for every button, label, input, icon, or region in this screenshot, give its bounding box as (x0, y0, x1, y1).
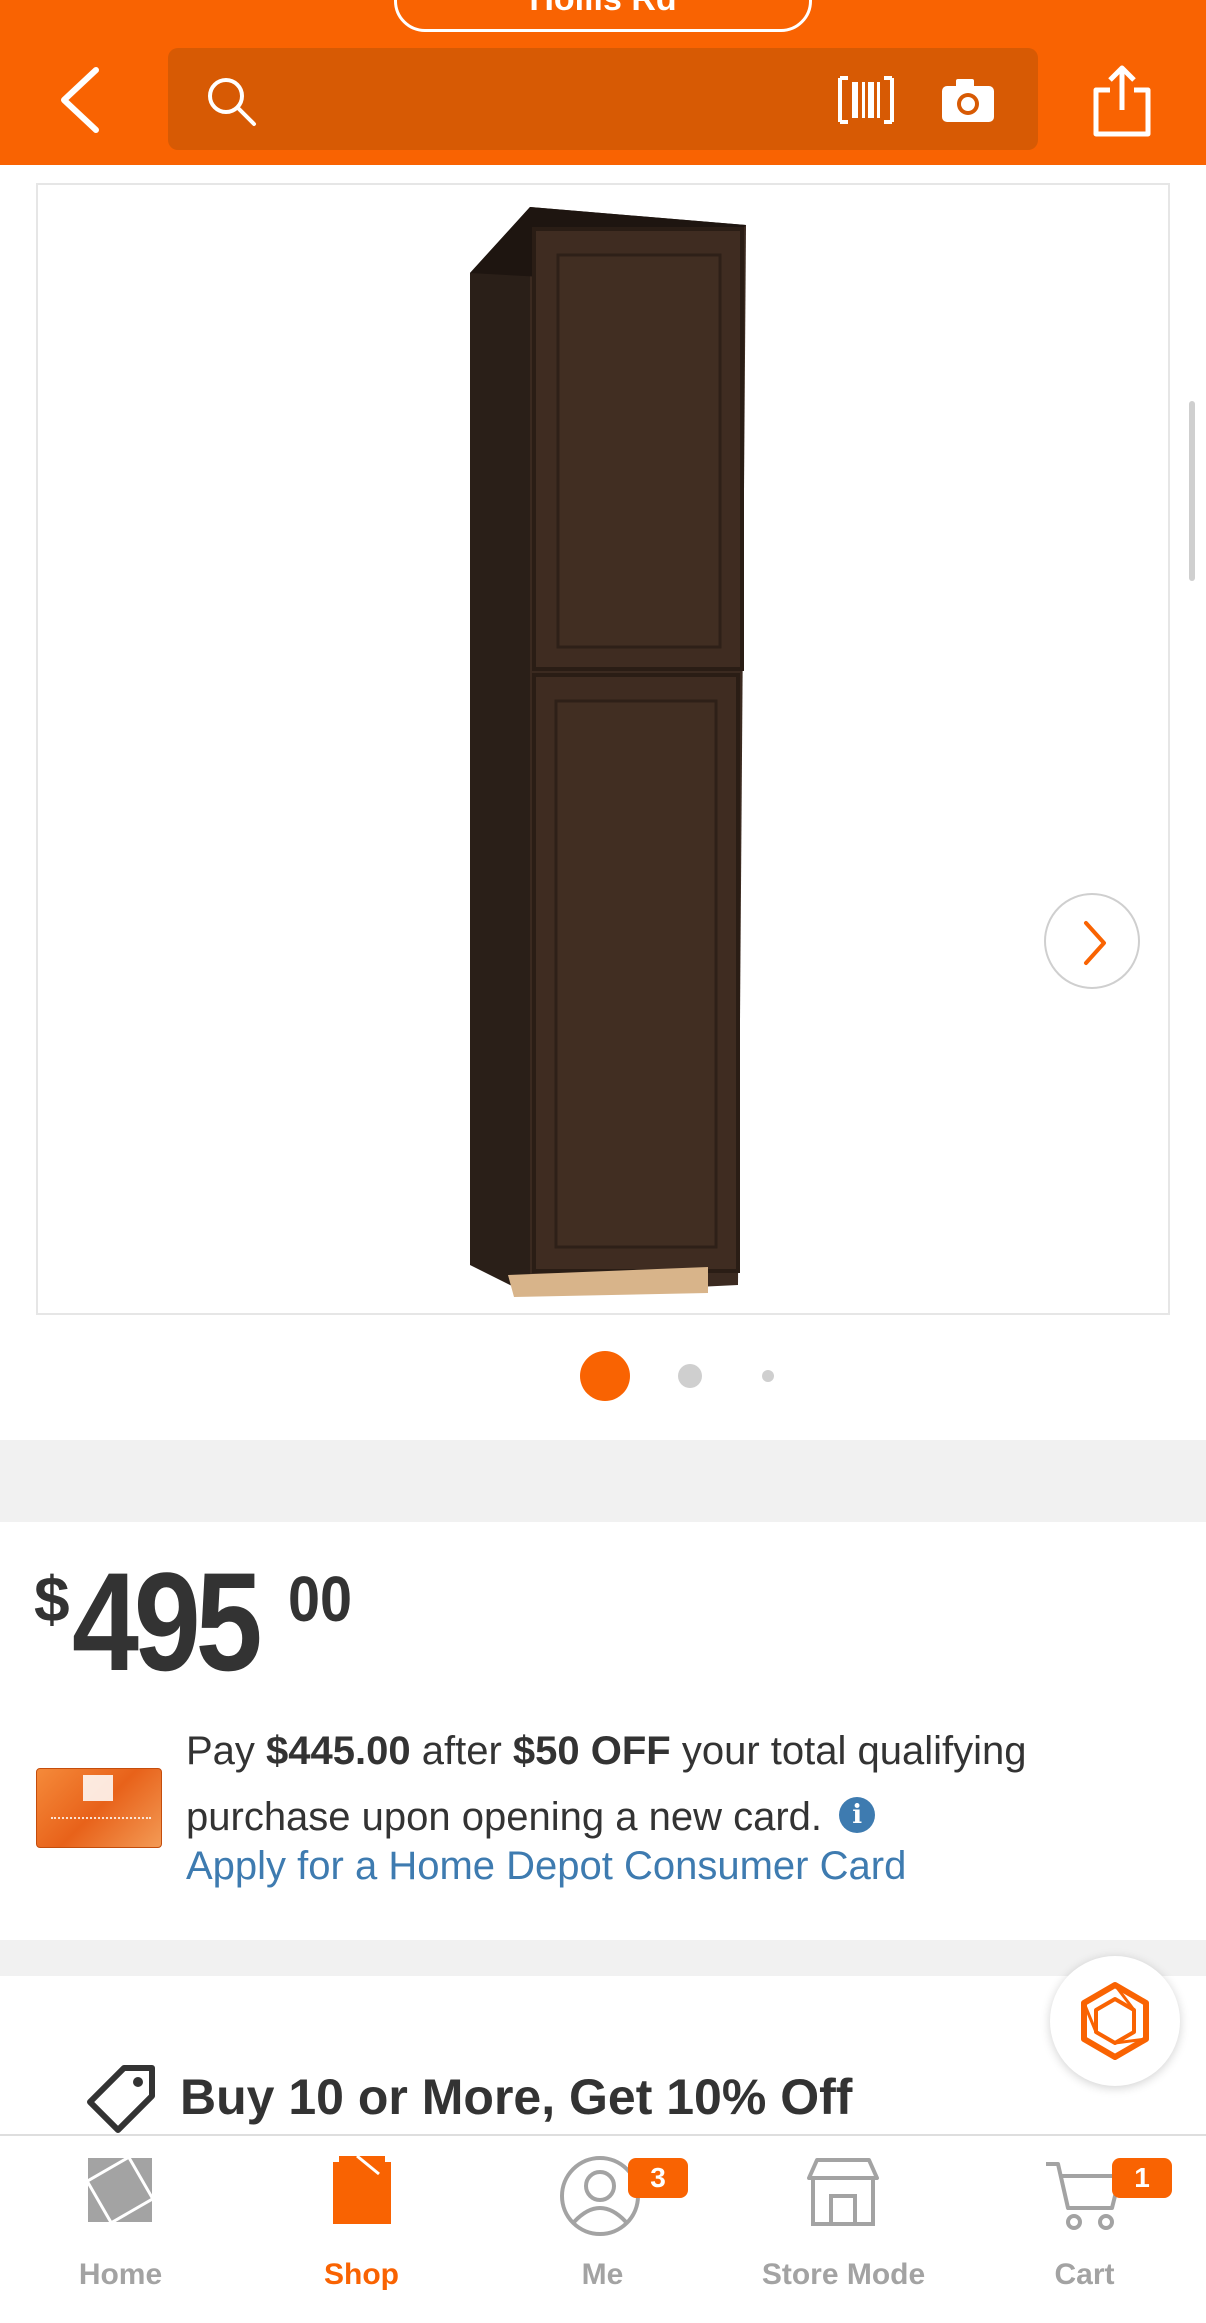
info-icon[interactable]: i (839, 1797, 876, 1834)
price-section: $ 495 00 Pay $445.00 after $50 OFF your … (0, 1522, 1206, 1940)
price-cents: 00 (288, 1563, 353, 1635)
card-number-decoration (51, 1817, 151, 1823)
nav-store-mode[interactable]: Store Mode (723, 2136, 964, 2323)
nav-shop-label: Shop (324, 2258, 399, 2291)
offer-discount: $50 OFF (512, 1729, 671, 1773)
nav-me-label: Me (581, 2258, 624, 2291)
hexagon-assistant-icon (1081, 1982, 1149, 2060)
nav-shop[interactable]: Shop (241, 2136, 482, 2323)
top-bar: Hollis Rd (0, 0, 1206, 165)
section-divider (0, 1440, 1206, 1522)
promotion-section: Buy 10 or More, Get 10% Off (0, 1976, 1206, 2136)
cabinet-illustration (470, 207, 746, 1297)
next-image-button[interactable] (1044, 893, 1140, 989)
section-divider (0, 1940, 1206, 1976)
share-icon[interactable] (1090, 60, 1154, 140)
nav-store-mode-label: Store Mode (761, 2258, 926, 2291)
credit-card-image (36, 1768, 162, 1848)
price-whole: 495 (72, 1543, 263, 1700)
promotion-headline[interactable]: Buy 10 or More, Get 10% Off (180, 2068, 852, 2126)
chat-assistant-button[interactable] (1050, 1956, 1180, 2086)
card-offer-text: Pay $445.00 after $50 OFF your total qua… (186, 1718, 1146, 1850)
barcode-icon[interactable] (836, 74, 896, 126)
back-arrow-icon[interactable] (52, 60, 112, 140)
nav-cart[interactable]: 1 Cart (964, 2136, 1205, 2323)
apply-card-link[interactable]: Apply for a Home Depot Consumer Card (186, 1844, 906, 1889)
store-selector[interactable]: Hollis Rd (394, 0, 812, 32)
nav-cart-label: Cart (1054, 2258, 1115, 2291)
product-image[interactable] (36, 183, 1170, 1315)
search-icon (208, 78, 256, 126)
home-depot-logo-icon (85, 2155, 155, 2225)
me-notification-badge: 3 (628, 2158, 688, 2198)
offer-after: after (410, 1729, 513, 1773)
chevron-right-icon (1084, 921, 1106, 965)
home-depot-logo-icon (83, 1775, 113, 1801)
offer-pay-amount: $445.00 (266, 1729, 411, 1773)
scrollbar[interactable] (1189, 401, 1195, 581)
nav-home-label: Home (78, 2258, 163, 2291)
carousel-dot[interactable] (678, 1364, 702, 1388)
search-input[interactable] (268, 68, 868, 128)
offer-pay-prefix: Pay (186, 1729, 267, 1773)
bottom-navigation: Home Shop 3 Me Store Mode 1 Cart (0, 2134, 1206, 2321)
nav-home[interactable]: Home (0, 2136, 241, 2323)
search-bar[interactable] (168, 48, 1038, 150)
store-icon (807, 2158, 879, 2226)
camera-icon[interactable] (940, 76, 996, 124)
store-name: Hollis Rd (529, 0, 676, 18)
price-tag-icon (87, 2065, 155, 2133)
price-currency: $ (34, 1563, 70, 1635)
nav-me[interactable]: 3 Me (482, 2136, 723, 2323)
carousel-dot-active[interactable] (580, 1351, 630, 1401)
shop-bag-icon (333, 2154, 391, 2224)
cart-count-badge: 1 (1112, 2158, 1172, 2198)
product-gallery (0, 165, 1206, 1440)
carousel-dot[interactable] (762, 1370, 774, 1382)
